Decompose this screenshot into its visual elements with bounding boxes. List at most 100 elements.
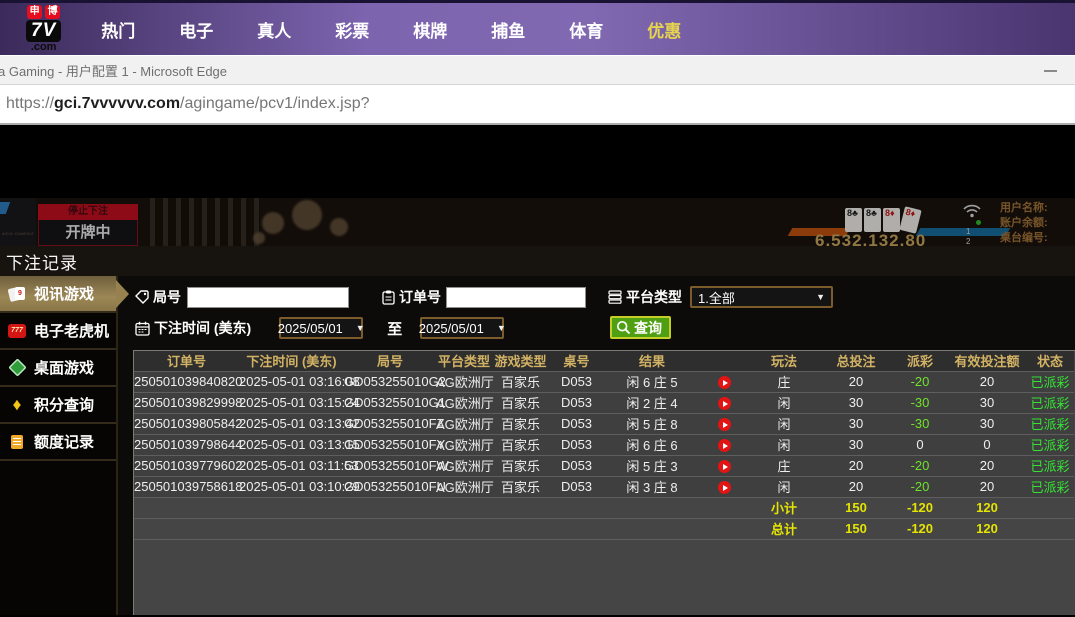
search-button[interactable]: 查询	[610, 316, 671, 339]
calendar-icon	[135, 321, 150, 336]
platform-type-label: 平台类型	[626, 287, 682, 307]
order-no-input[interactable]	[446, 287, 586, 308]
site-logo[interactable]: 申 博 7V .com	[26, 5, 61, 53]
chevron-down-icon: ▼	[356, 323, 365, 333]
sidebar-item-live-games[interactable]: 9 视讯游戏	[0, 276, 116, 313]
url-path: /agingame/pcv1/index.jsp?	[180, 95, 369, 112]
play-video-icon[interactable]	[718, 376, 731, 389]
date-to-select[interactable]: 2025/05/01 ▼	[420, 317, 504, 339]
total-label: 总计	[748, 518, 820, 539]
nav-item-chess[interactable]: 棋牌	[391, 17, 469, 42]
date-to-value: 2025/05/01	[419, 321, 484, 336]
play-video-icon[interactable]	[718, 481, 731, 494]
page-top-spacer	[0, 125, 1075, 198]
cell-total-bet: 20	[820, 455, 892, 476]
sidebar-item-label: 额度记录	[34, 431, 94, 452]
total-total-bet: 150	[820, 518, 892, 539]
cell-table-no: D053	[549, 413, 604, 434]
cell-order-no: 250501039840820	[134, 371, 239, 392]
play-video-icon[interactable]	[718, 397, 731, 410]
slot-machine-icon: 777	[7, 321, 27, 341]
cell-table-no: D053	[549, 434, 604, 455]
cell-valid-bet: 30	[948, 413, 1026, 434]
cell-total-bet: 30	[820, 434, 892, 455]
minimize-icon[interactable]	[1044, 70, 1057, 72]
sidebar: 9 视讯游戏 777 电子老虎机 桌面游戏 ♦ 积分查询 额度记录	[0, 276, 118, 615]
sidebar-item-label: 电子老虎机	[34, 320, 109, 341]
cell-status: 已派彩	[1026, 434, 1074, 455]
cell-result: 闲 2 庄 4	[604, 392, 700, 413]
cell-game-type: 百家乐	[492, 455, 549, 476]
sidebar-item-slot-machines[interactable]: 777 电子老虎机	[0, 313, 116, 350]
list-icon	[608, 290, 622, 304]
cell-table-no: D053	[549, 476, 604, 497]
cell-status: 已派彩	[1026, 413, 1074, 434]
cell-payout: -30	[892, 392, 948, 413]
cell-play-type: 闲	[748, 476, 820, 497]
round-no-input[interactable]	[187, 287, 349, 308]
cell-table-no: D053	[549, 392, 604, 413]
platform-type-select[interactable]: 1.全部 ▼	[690, 286, 833, 308]
main-area: 9 视讯游戏 777 电子老虎机 桌面游戏 ♦ 积分查询 额度记录 局号	[0, 276, 1075, 615]
table-row: 250501039840820 2025-05-01 03:16:08 GD05…	[134, 371, 1074, 392]
logo-main: 7V	[26, 20, 61, 42]
sidebar-item-table-games[interactable]: 桌面游戏	[0, 350, 116, 387]
subtotal-valid-bet: 120	[948, 497, 1026, 518]
cards-icon: 9	[7, 284, 27, 304]
col-video	[700, 351, 748, 371]
cell-video	[700, 434, 748, 455]
browser-url-bar[interactable]: https://gci.7vvvvvv.com/agingame/pcv1/in…	[0, 85, 1075, 125]
cell-total-bet: 20	[820, 476, 892, 497]
url-scheme: https://	[6, 95, 54, 112]
date-from-value: 2025/05/01	[278, 321, 343, 336]
cell-play-type: 闲	[748, 434, 820, 455]
cell-game-type: 百家乐	[492, 434, 549, 455]
cell-platform: AG欧洲厅	[436, 392, 492, 413]
bet-time-label: 下注时间 (美东)	[154, 318, 251, 338]
cell-valid-bet: 30	[948, 392, 1026, 413]
nav-item-lottery[interactable]: 彩票	[313, 17, 391, 42]
nav-item-fishing[interactable]: 捕鱼	[469, 17, 547, 42]
nav-item-slots[interactable]: 电子	[157, 17, 235, 42]
cell-video	[700, 455, 748, 476]
cell-result: 闲 3 庄 8	[604, 476, 700, 497]
cell-round-no: GD053255010G1	[344, 392, 436, 413]
cell-valid-bet: 20	[948, 476, 1026, 497]
sidebar-item-points-query[interactable]: ♦ 积分查询	[0, 387, 116, 424]
search-icon	[616, 320, 631, 335]
cell-table-no: D053	[549, 371, 604, 392]
cell-order-no: 250501039805842	[134, 413, 239, 434]
round-no-label: 局号	[153, 287, 181, 307]
nav-item-live[interactable]: 真人	[235, 17, 313, 42]
url-text[interactable]: https://gci.7vvvvvv.com/agingame/pcv1/in…	[6, 95, 370, 113]
cell-payout: -30	[892, 413, 948, 434]
col-result: 结果	[604, 351, 700, 371]
sidebar-item-quota-records[interactable]: 额度记录	[0, 424, 116, 461]
cell-platform: AG欧洲厅	[436, 455, 492, 476]
col-play-type: 玩法	[748, 351, 820, 371]
col-order-no: 订单号	[134, 351, 239, 371]
cell-status: 已派彩	[1026, 455, 1074, 476]
cell-payout: -20	[892, 371, 948, 392]
cell-order-no: 250501039829998	[134, 392, 239, 413]
cell-bet-time: 2025-05-01 03:16:08	[239, 371, 344, 392]
subtotal-row: 小计 150 -120 120	[134, 497, 1074, 518]
cell-play-type: 庄	[748, 455, 820, 476]
gem-icon: ♦	[7, 395, 27, 415]
col-platform: 平台类型	[436, 351, 492, 371]
table-games-icon	[7, 358, 27, 378]
play-video-icon[interactable]	[718, 460, 731, 473]
document-icon	[7, 432, 27, 452]
play-video-icon[interactable]	[718, 439, 731, 452]
col-game-type: 游戏类型	[492, 351, 549, 371]
order-no-label-group: 订单号	[382, 287, 441, 307]
nav-item-sports[interactable]: 体育	[547, 17, 625, 42]
nav-item-hot[interactable]: 热门	[79, 17, 157, 42]
cell-order-no: 250501039758618	[134, 476, 239, 497]
cell-order-no: 250501039798644	[134, 434, 239, 455]
play-video-icon[interactable]	[718, 418, 731, 431]
col-payout: 派彩	[892, 351, 948, 371]
nav-item-promo[interactable]: 优惠	[625, 17, 703, 42]
date-from-select[interactable]: 2025/05/01 ▼	[279, 317, 363, 339]
site-nav: 申 博 7V .com 热门 电子 真人 彩票 棋牌 捕鱼 体育 优惠	[0, 0, 1075, 55]
